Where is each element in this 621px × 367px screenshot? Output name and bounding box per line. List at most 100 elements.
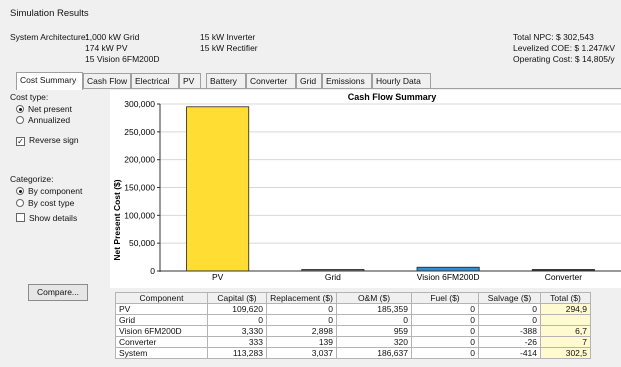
net-present-label: Net present [28, 104, 72, 114]
reverse-sign-checkbox[interactable]: ✓ Reverse sign [16, 135, 79, 146]
header-fuel[interactable]: Fuel ($) [411, 292, 479, 304]
cost-table: Component Capital ($) Replacement ($) O&… [115, 292, 591, 359]
show-details-checkbox[interactable]: Show details [16, 213, 77, 223]
table-cell: 0 [478, 303, 541, 315]
table-cell: PV [115, 303, 208, 315]
tab-emissions[interactable]: Emissions [322, 73, 372, 89]
bar-vision-6fm200d [416, 266, 480, 272]
y-axis-label: Net Present Cost ($) [112, 179, 122, 260]
x-tick-label: Vision 6FM200D [417, 272, 480, 282]
table-row[interactable]: System 113,283 3,037 186,637 0 -414 302,… [115, 347, 591, 359]
architecture-inverter: 15 kW Inverter [200, 32, 256, 42]
table-cell: 333 [207, 336, 267, 348]
x-tick-label: Grid [325, 272, 341, 282]
table-cell: 0 [411, 314, 479, 326]
table-row[interactable]: Grid 0 0 0 0 0 [115, 314, 591, 326]
table-cell: 139 [266, 336, 337, 348]
tab-pv[interactable]: PV [179, 73, 201, 89]
x-tick-label: PV [212, 272, 224, 282]
header-om[interactable]: O&M ($) [336, 292, 412, 304]
checkbox-checked-icon: ✓ [16, 137, 25, 146]
reverse-sign-label: Reverse sign [29, 135, 79, 145]
totals-panel: Total NPC: $ 302,543 Levelized COE: $ 1.… [513, 32, 615, 65]
header-capital[interactable]: Capital ($) [207, 292, 267, 304]
by-component-option[interactable]: By component [16, 186, 82, 196]
y-tick-label: 300,000 [124, 99, 155, 109]
tab-battery[interactable]: Battery [206, 73, 246, 89]
y-tick-label: 200,000 [124, 155, 155, 165]
y-tick-label: 150,000 [124, 183, 155, 193]
show-details-label: Show details [29, 213, 78, 223]
radio-selected-icon [16, 105, 24, 113]
table-cell: 0 [411, 336, 479, 348]
table-cell: -26 [478, 336, 541, 348]
table-cell: 3,330 [207, 325, 267, 337]
tab-converter[interactable]: Converter [246, 73, 296, 89]
tab-divider [16, 88, 621, 89]
table-cell: Vision 6FM200D [115, 325, 208, 337]
radio-icon [16, 116, 24, 124]
cost-type-label: Cost type: [10, 92, 49, 102]
table-cell: 0 [411, 303, 479, 315]
table-cell: Converter [115, 336, 208, 348]
table-row[interactable]: PV 109,620 0 185,359 0 0 294,9 [115, 303, 591, 315]
architecture-components: 1,000 kW Grid 174 kW PV 15 Vision 6FM200… [85, 32, 160, 65]
annualized-label: Annualized [28, 115, 71, 125]
table-cell: 2,898 [266, 325, 337, 337]
table-header-row: Component Capital ($) Replacement ($) O&… [115, 292, 591, 304]
table-row[interactable]: Vision 6FM200D 3,330 2,898 959 0 -388 6,… [115, 325, 591, 337]
table-cell: System [115, 347, 208, 359]
architecture-battery: 15 Vision 6FM200D [85, 54, 160, 64]
architecture-grid: 1,000 kW Grid [85, 32, 140, 42]
annualized-option[interactable]: Annualized [16, 115, 70, 125]
tab-electrical[interactable]: Electrical [131, 73, 179, 89]
header-component[interactable]: Component [115, 292, 208, 304]
table-row[interactable]: Converter 333 139 320 0 -26 7 [115, 336, 591, 348]
header-salvage[interactable]: Salvage ($) [478, 292, 541, 304]
table-cell: 0 [266, 314, 337, 326]
header-total[interactable]: Total ($) [540, 292, 591, 304]
table-cell [540, 314, 591, 326]
table-cell: 294,9 [540, 303, 591, 315]
table-cell: 0 [207, 314, 267, 326]
table-cell: 0 [478, 314, 541, 326]
radio-selected-icon [16, 187, 24, 195]
table-cell: 113,283 [207, 347, 267, 359]
table-cell: 320 [336, 336, 412, 348]
table-cell: 959 [336, 325, 412, 337]
operating-cost: Operating Cost: $ 14,805/y [513, 54, 615, 64]
y-tick-label: 0 [150, 266, 155, 276]
categorize-label: Categorize: [10, 174, 54, 184]
table-cell: 185,359 [336, 303, 412, 315]
architecture-converters: 15 kW Inverter 15 kW Rectifier [200, 32, 258, 54]
table-cell: 0 [336, 314, 412, 326]
compare-button[interactable]: Compare... [28, 284, 88, 301]
table-cell: -414 [478, 347, 541, 359]
by-cost-type-label: By cost type [28, 198, 75, 208]
tab-hourly-data[interactable]: Hourly Data [372, 73, 431, 89]
tab-cost-summary[interactable]: Cost Summary [16, 72, 83, 90]
by-cost-type-option[interactable]: By cost type [16, 198, 74, 208]
net-present-option[interactable]: Net present [16, 104, 72, 114]
chart-title: Cash Flow Summary [348, 92, 437, 102]
x-tick-label: Converter [545, 272, 582, 282]
tab-grid[interactable]: Grid [296, 73, 322, 89]
table-cell: 186,637 [336, 347, 412, 359]
header-replacement[interactable]: Replacement ($) [266, 292, 337, 304]
architecture-label: System Architecture: [10, 32, 88, 42]
table-cell: 0 [411, 325, 479, 337]
table-cell: Grid [115, 314, 208, 326]
y-tick-label: 50,000 [129, 238, 155, 248]
window-title: Simulation Results [10, 8, 89, 19]
tab-cash-flow[interactable]: Cash Flow [83, 73, 131, 89]
cash-flow-chart: Cash Flow Summary Net Present Cost ($) 0… [110, 90, 621, 288]
architecture-pv: 174 kW PV [85, 43, 128, 53]
y-tick-label: 250,000 [124, 127, 155, 137]
architecture-rectifier: 15 kW Rectifier [200, 43, 258, 53]
by-component-label: By component [28, 186, 83, 196]
table-cell: 3,037 [266, 347, 337, 359]
table-cell: 7 [540, 336, 591, 348]
bar-pv [186, 106, 250, 272]
checkbox-icon [16, 213, 25, 222]
y-tick-label: 100,000 [124, 210, 155, 220]
